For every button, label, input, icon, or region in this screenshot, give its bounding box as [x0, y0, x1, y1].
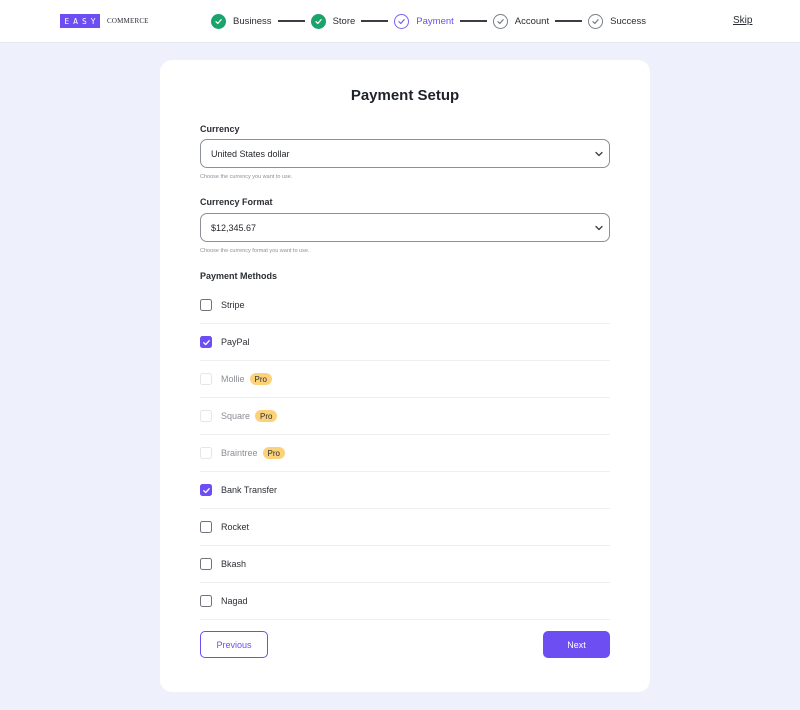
step-success: Success	[588, 13, 647, 29]
check-icon	[202, 339, 210, 345]
payment-method-label: Braintree	[221, 448, 258, 458]
step-label: Success	[610, 15, 647, 27]
pro-badge: Pro	[249, 373, 272, 385]
currency-format-help-text: Choose the currency format you want to u…	[200, 248, 310, 254]
payment-method-bkash[interactable]: Bkash	[200, 546, 610, 583]
payment-method-label: Square	[221, 411, 251, 421]
chevron-down-icon	[595, 225, 603, 231]
payment-method-checkbox	[200, 373, 212, 385]
previous-button[interactable]: Previous	[200, 631, 268, 658]
top-bar: EASY COMMERCE Business Store Payment Accoun…	[0, 0, 800, 43]
skip-link[interactable]: Skip	[733, 15, 752, 26]
payment-method-paypal[interactable]: PayPal	[200, 324, 610, 361]
stepper-connector	[277, 20, 305, 22]
pro-badge: Pro	[255, 410, 278, 422]
payment-method-mollie: Mollie Pro	[200, 361, 610, 398]
payment-methods-label: Payment Methods	[200, 271, 278, 281]
setup-stepper: Business Store Payment Account Success	[211, 12, 646, 30]
payment-method-stripe[interactable]: Stripe	[200, 287, 610, 324]
payment-method-nagad[interactable]: Nagad	[200, 583, 610, 620]
currency-help-text: Choose the currency you want to use.	[200, 174, 293, 180]
step-payment: Payment	[394, 13, 454, 29]
payment-method-square: Square Pro	[200, 398, 610, 435]
check-outline-icon	[492, 13, 508, 29]
stepper-connector	[459, 20, 487, 22]
payment-method-label: Mollie	[221, 374, 245, 384]
step-account: Account	[492, 13, 550, 29]
payment-methods-list: Stripe PayPal Mollie Pro Square Pro Braintree P…	[200, 287, 610, 620]
payment-method-rocket[interactable]: Rocket	[200, 509, 610, 546]
chevron-down-icon	[595, 151, 603, 157]
step-label: Account	[514, 15, 550, 27]
stepper-connector	[361, 20, 389, 22]
step-label: Store	[332, 15, 356, 27]
currency-select[interactable]: United States dollar	[200, 139, 610, 168]
check-icon	[202, 487, 210, 493]
pro-badge: Pro	[262, 447, 285, 459]
currency-label: Currency	[200, 124, 240, 134]
currency-format-label: Currency Format	[200, 197, 273, 207]
step-label: Business	[233, 15, 272, 27]
check-outline-icon	[588, 13, 604, 29]
logo: EASY COMMERCE	[60, 14, 149, 28]
payment-method-checkbox	[200, 410, 212, 422]
payment-method-label: Bank Transfer	[221, 485, 278, 495]
payment-method-label: Rocket	[221, 522, 250, 532]
step-business: Business	[211, 13, 272, 29]
step-store: Store	[310, 13, 356, 29]
payment-method-checkbox[interactable]	[200, 521, 212, 533]
payment-method-label: Stripe	[221, 300, 245, 310]
currency-select-value: United States dollar	[211, 148, 290, 159]
payment-method-braintree: Braintree Pro	[200, 435, 610, 472]
payment-setup-card: Payment Setup Currency United States dol…	[160, 60, 650, 692]
payment-method-checkbox[interactable]	[200, 595, 212, 607]
payment-method-checkbox	[200, 447, 212, 459]
currency-format-select-value: $12,345.67	[211, 222, 257, 233]
logo-mark: EASY	[60, 14, 100, 28]
check-icon	[310, 13, 326, 29]
logo-word: COMMERCE	[107, 17, 149, 25]
payment-method-checkbox[interactable]	[200, 484, 212, 496]
payment-method-checkbox[interactable]	[200, 299, 212, 311]
step-label: Payment	[416, 15, 454, 27]
payment-method-label: PayPal	[221, 337, 250, 347]
payment-method-label: Nagad	[221, 596, 248, 606]
payment-method-label: Bkash	[221, 559, 247, 569]
currency-format-select[interactable]: $12,345.67	[200, 213, 610, 242]
next-button[interactable]: Next	[543, 631, 610, 658]
stepper-connector	[555, 20, 583, 22]
page-title: Payment Setup	[350, 87, 460, 104]
payment-method-checkbox[interactable]	[200, 558, 212, 570]
check-icon	[211, 13, 226, 29]
payment-method-bank-transfer[interactable]: Bank Transfer	[200, 472, 610, 509]
check-outline-icon	[394, 13, 410, 29]
payment-method-checkbox[interactable]	[200, 336, 212, 348]
